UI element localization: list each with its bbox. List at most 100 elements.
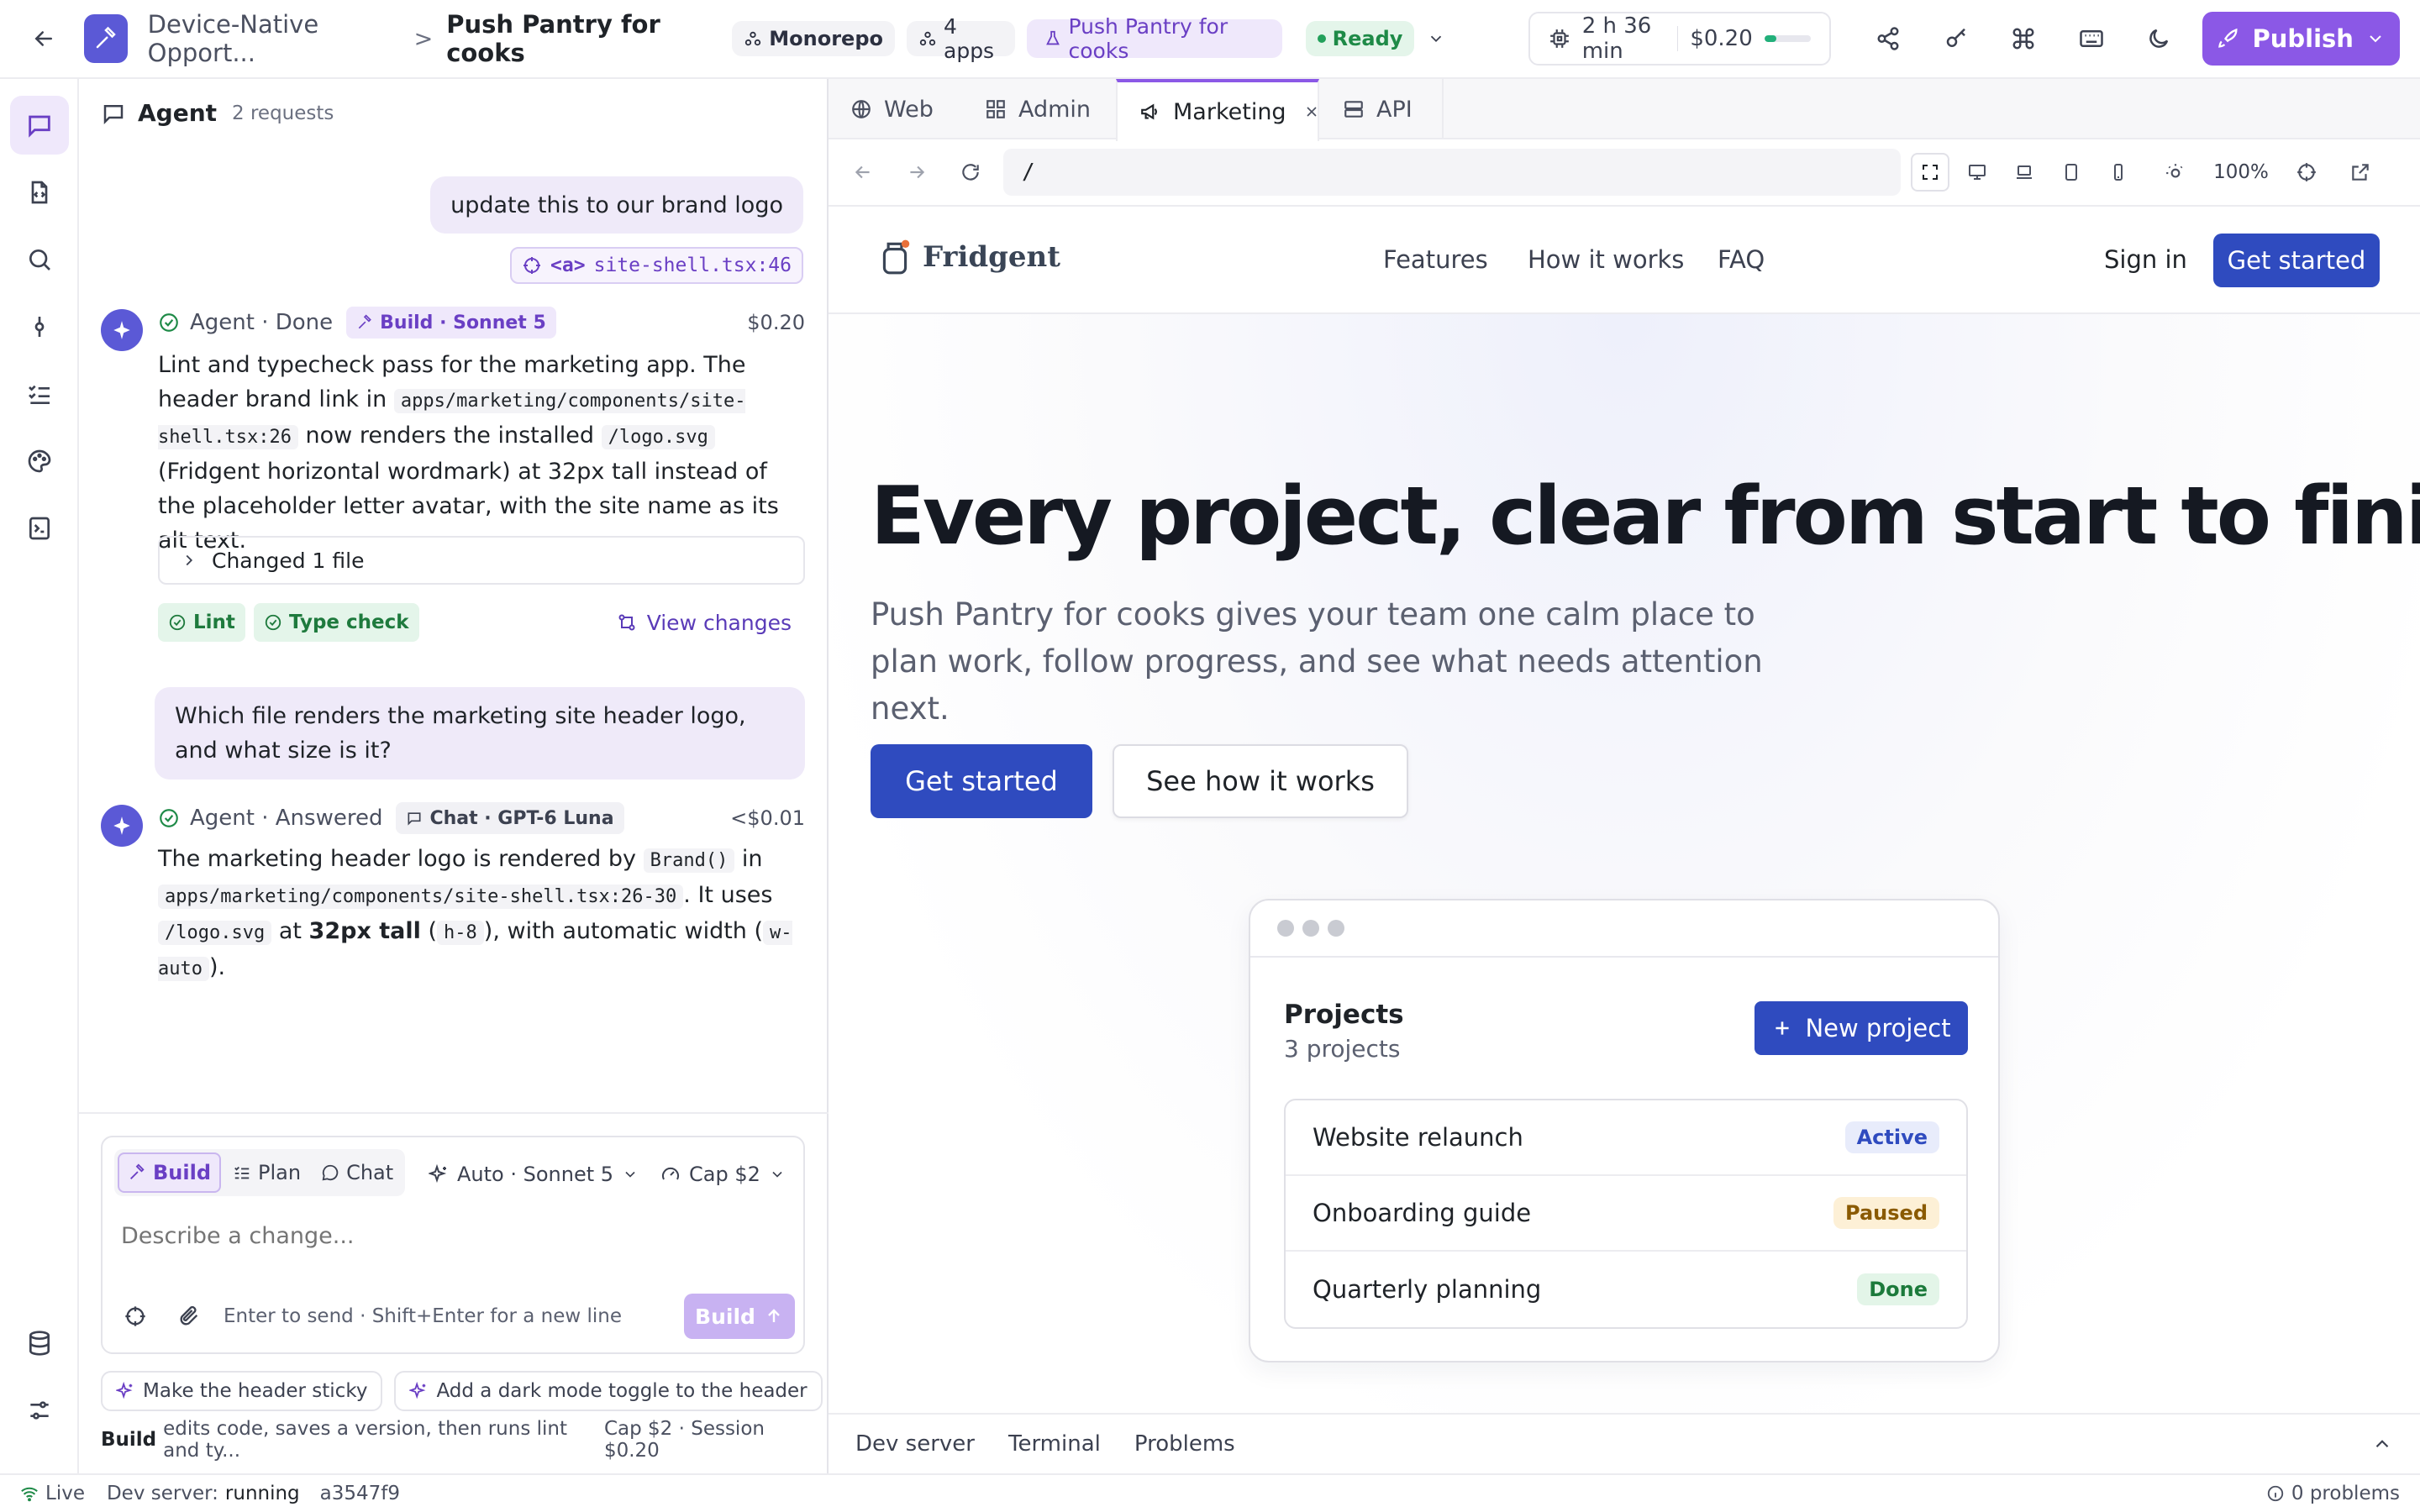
chevron-down-icon (769, 1166, 786, 1183)
rail-terminal-button[interactable] (10, 499, 69, 558)
project-row[interactable]: Website relaunch Active (1286, 1100, 1966, 1176)
inspect-button[interactable] (2287, 153, 2326, 192)
cap-selector[interactable]: Cap $2 (660, 1156, 786, 1193)
theme-toggle-button[interactable] (2135, 12, 2182, 66)
status-dropdown-button[interactable] (1421, 22, 1450, 55)
rail-database-button[interactable] (10, 1314, 69, 1373)
terminal-icon (26, 515, 53, 542)
reply-2-status: Agent · Answered (190, 806, 383, 831)
command-palette-button[interactable] (2000, 12, 2047, 66)
problems-count[interactable]: 0 problems (2291, 1483, 2400, 1504)
url-bar[interactable]: / (1003, 149, 1901, 196)
rail-settings-button[interactable] (10, 1381, 69, 1440)
site-logo[interactable]: Fridgent (879, 239, 1060, 276)
dock-tab-terminal[interactable]: Terminal (1008, 1431, 1101, 1457)
tab-web[interactable]: Web (829, 79, 963, 139)
url-text: / (1022, 160, 1035, 185)
project-row[interactable]: Onboarding guide Paused (1286, 1176, 1966, 1252)
rail-agent-button[interactable] (10, 96, 69, 155)
project-logo[interactable] (84, 14, 128, 63)
chevron-up-icon[interactable] (2371, 1433, 2393, 1455)
close-icon[interactable] (1303, 103, 1320, 120)
site-nav-features[interactable]: Features (1383, 245, 1488, 274)
site-nav-how[interactable]: How it works (1528, 245, 1684, 274)
model-selector[interactable]: Auto · Sonnet 5 (429, 1156, 639, 1193)
open-external-button[interactable] (2341, 153, 2380, 192)
zoom-level[interactable]: 100% (2212, 161, 2270, 183)
tablet-view-button[interactable] (2052, 153, 2091, 192)
site-nav-faq[interactable]: FAQ (1718, 245, 1765, 274)
reply-2-text-5: ( (428, 918, 438, 944)
suggestion-chip[interactable]: Make the header sticky (101, 1371, 383, 1411)
agent-requests: 2 requests (232, 102, 334, 124)
arrow-right-icon (906, 161, 928, 183)
suggestion-chip[interactable]: Add a dark mode toggle to the header (394, 1371, 823, 1411)
server-icon (1343, 98, 1365, 120)
prompt-input[interactable] (121, 1215, 785, 1257)
bottom-dock: Dev server Terminal Problems (829, 1413, 2420, 1473)
dock-tab-dev-server[interactable]: Dev server (855, 1431, 975, 1457)
reply-1-header: Agent · Done Build · Sonnet 5 $0.20 (158, 304, 805, 341)
desktop-view-button[interactable] (1958, 153, 1996, 192)
element-reference[interactable]: <a> site-shell.tsx:46 (510, 247, 803, 284)
tab-marketing[interactable]: Marketing (1116, 79, 1319, 141)
nav-back-button[interactable] (844, 153, 882, 192)
dock-tab-problems[interactable]: Problems (1134, 1431, 1235, 1457)
app-badge[interactable]: Push Pantry for cooks (1026, 14, 1282, 63)
send-button[interactable]: Build (684, 1294, 795, 1339)
reply-2-mode-label: Chat · GPT-6 Luna (429, 807, 614, 829)
tab-api[interactable]: API (1321, 79, 1444, 139)
refresh-icon (960, 161, 981, 183)
check-type-badge: Type check (254, 603, 419, 642)
breadcrumb-project[interactable]: Device-Native Opport... (148, 10, 401, 67)
publish-button[interactable]: Publish (2202, 12, 2401, 66)
back-button[interactable] (20, 12, 67, 66)
project-row[interactable]: Quarterly planning Done (1286, 1252, 1966, 1327)
hammer-icon (128, 1163, 146, 1182)
keys-button[interactable] (1932, 12, 1979, 66)
reload-button[interactable] (951, 153, 990, 192)
fullscreen-button[interactable] (1911, 153, 1949, 192)
reply-2-header: Agent · Answered Chat · GPT-6 Luna <$0.0… (158, 800, 805, 837)
mobile-view-button[interactable] (2099, 153, 2138, 192)
view-changes-link[interactable]: View changes (617, 603, 792, 642)
rail-files-button[interactable] (10, 163, 69, 222)
nav-forward-button[interactable] (897, 153, 936, 192)
crosshair-icon (522, 255, 542, 276)
hero-see-how-button[interactable]: See how it works (1113, 744, 1408, 818)
site-get-started-button[interactable]: Get started (2213, 234, 2380, 287)
share-button[interactable] (1865, 12, 1912, 66)
select-element-button[interactable] (114, 1295, 156, 1337)
new-project-button[interactable]: New project (1754, 1001, 1968, 1055)
changed-files-toggle[interactable]: Changed 1 file (158, 536, 805, 585)
globe-icon (850, 98, 872, 120)
rail-search-button[interactable] (10, 230, 69, 289)
reply-2-code-2: apps/marketing/components/site-shell.tsx… (158, 885, 684, 909)
sparkles-icon (116, 1382, 134, 1400)
attach-button[interactable] (168, 1295, 210, 1337)
rail-tasks-button[interactable] (10, 365, 69, 423)
mode-plan-button[interactable]: Plan (224, 1152, 309, 1193)
usage-meter[interactable]: 2 h 36 min $0.20 (1528, 12, 1832, 66)
hero-get-started-button[interactable]: Get started (871, 744, 1092, 818)
tab-admin[interactable]: Admin (963, 79, 1104, 139)
hero-title: Every project, clear from start to finis… (871, 470, 2420, 563)
repo-badge[interactable]: Monorepo (732, 21, 895, 56)
reply-2-code-4: h-8 (437, 921, 484, 945)
reply-2-code-1: Brand() (643, 848, 735, 873)
keyboard-shortcuts-button[interactable] (2067, 12, 2114, 66)
reply-2-mode-badge: Chat · GPT-6 Luna (396, 802, 624, 834)
mode-build-button[interactable]: Build (118, 1152, 222, 1193)
rail-git-button[interactable] (10, 297, 69, 356)
rail-theme-button[interactable] (10, 432, 69, 491)
color-scheme-button[interactable] (2156, 153, 2195, 192)
activity-rail (0, 79, 79, 1473)
breadcrumb-current[interactable]: Push Pantry for cooks (446, 10, 712, 67)
laptop-view-button[interactable] (2005, 153, 2044, 192)
site-sign-in[interactable]: Sign in (2104, 245, 2187, 274)
maximize-icon (1920, 162, 1940, 182)
chevron-right-icon (180, 551, 198, 570)
mode-chat-button[interactable]: Chat (313, 1152, 402, 1193)
footer-text: edits code, saves a version, then runs l… (163, 1418, 567, 1462)
apps-badge[interactable]: 4 apps (907, 14, 1015, 63)
